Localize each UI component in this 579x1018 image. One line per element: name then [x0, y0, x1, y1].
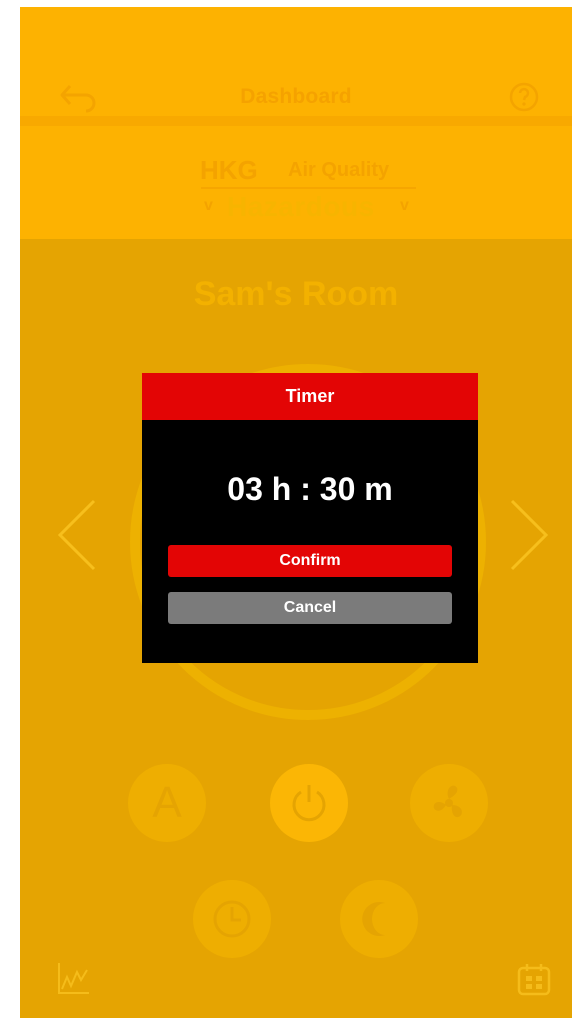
- header: Dashboard HKG Air Quality v Hazardous v: [20, 7, 572, 239]
- dialog-title: Timer: [142, 373, 478, 420]
- page-title: Dashboard: [240, 85, 352, 108]
- timer-button[interactable]: [193, 880, 271, 958]
- chevron-right-icon[interactable]: [504, 495, 552, 575]
- air-quality-value: Hazardous: [227, 191, 375, 222]
- room-title: Sam's Room: [193, 275, 399, 313]
- header-divider: [20, 116, 572, 126]
- schedule-icon[interactable]: [516, 962, 552, 998]
- timer-value[interactable]: 03 h : 30 m: [142, 471, 478, 508]
- air-quality-divider: [201, 187, 416, 189]
- chevron-left-icon[interactable]: [54, 495, 102, 575]
- auto-mode-icon: A: [152, 778, 182, 827]
- air-quality-label: Air Quality: [288, 159, 390, 181]
- top-bar: Dashboard: [20, 7, 572, 119]
- confirm-button[interactable]: Confirm: [168, 545, 452, 577]
- fan-icon: [433, 785, 462, 818]
- power-button[interactable]: [270, 764, 348, 842]
- auto-mode-button[interactable]: A: [128, 764, 206, 842]
- power-icon: [292, 785, 326, 822]
- city-code[interactable]: HKG: [200, 155, 258, 186]
- chart-icon[interactable]: [56, 960, 92, 996]
- help-icon[interactable]: [508, 81, 540, 113]
- night-mode-icon: [362, 902, 385, 936]
- fan-button[interactable]: [410, 764, 488, 842]
- cancel-button[interactable]: Cancel: [168, 592, 452, 624]
- chevron-down-icon[interactable]: v: [400, 197, 409, 215]
- night-mode-button[interactable]: [340, 880, 418, 958]
- timer-dialog: Timer 03 h : 30 m Confirm Cancel: [142, 373, 478, 663]
- chevron-down-icon[interactable]: v: [204, 197, 213, 215]
- timer-icon: [213, 900, 251, 938]
